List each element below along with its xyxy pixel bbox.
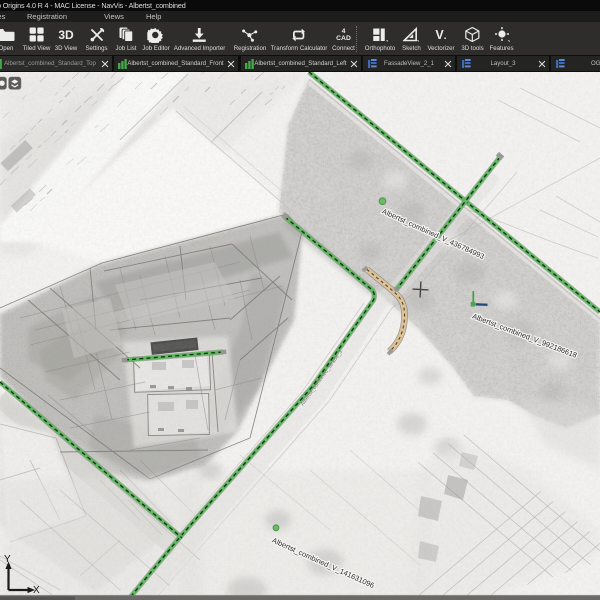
svg-text:Y: Y [4, 554, 11, 565]
svg-text:X: X [33, 585, 40, 596]
